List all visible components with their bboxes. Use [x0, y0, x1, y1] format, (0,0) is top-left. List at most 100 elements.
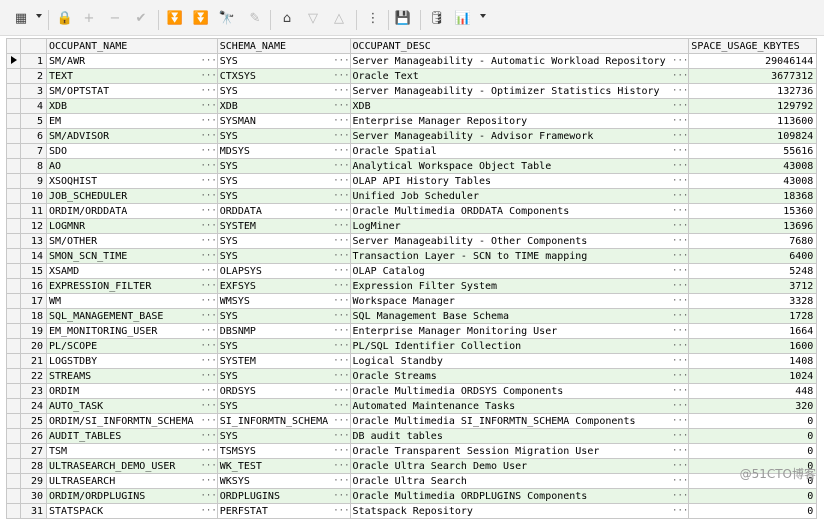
cell-occupant-name[interactable]: EXPRESSION_FILTER	[46, 278, 201, 294]
chevron-down-icon[interactable]	[480, 14, 486, 18]
cell-editor-button[interactable]: ···	[200, 113, 218, 129]
cell-editor-button[interactable]: ···	[333, 503, 351, 519]
cell-space-usage-kbytes[interactable]: 3712	[688, 278, 818, 294]
table-row[interactable]: 5 EM ··· SYSMAN ··· Enterprise Manager Reposi…	[6, 113, 818, 129]
cell-editor-button[interactable]: ···	[333, 98, 351, 114]
cell-editor-button[interactable]: ···	[200, 503, 218, 519]
cell-occupant-desc[interactable]: XDB	[349, 98, 673, 114]
table-row[interactable]: 26 AUDIT_TABLES ··· SYS ··· DB audit tables ··…	[6, 428, 818, 444]
table-row[interactable]: 1 SM/AWR ··· SYS ··· Server Manageability - A…	[6, 53, 818, 69]
cell-editor-button[interactable]: ···	[200, 293, 218, 309]
table-row[interactable]: 12 LOGMNR ··· SYSTEM ··· LogMiner ··· 13696	[6, 218, 818, 234]
cell-editor-button[interactable]: ···	[200, 248, 218, 264]
cell-occupant-desc[interactable]: Server Manageability - Automatic Workloa…	[349, 53, 673, 69]
database-export-icon[interactable]: 🛢	[428, 10, 446, 28]
cell-occupant-desc[interactable]: Server Manageability - Other Components	[349, 233, 673, 249]
cell-editor-button[interactable]: ···	[200, 338, 218, 354]
cell-editor-button[interactable]: ···	[672, 488, 690, 504]
cell-space-usage-kbytes[interactable]: 1408	[688, 353, 818, 369]
cell-space-usage-kbytes[interactable]: 1600	[688, 338, 818, 354]
cell-occupant-desc[interactable]: Automated Maintenance Tasks	[349, 398, 673, 414]
row-indicator[interactable]	[6, 248, 21, 264]
row-indicator[interactable]	[6, 113, 21, 129]
cell-editor-button[interactable]: ···	[200, 203, 218, 219]
cell-schema-name[interactable]: EXFSYS	[216, 278, 334, 294]
row-indicator[interactable]	[6, 473, 21, 489]
cell-editor-button[interactable]: ···	[200, 158, 218, 174]
cell-occupant-name[interactable]: SDO	[46, 143, 201, 159]
cell-space-usage-kbytes[interactable]: 113600	[688, 113, 818, 129]
cell-occupant-name[interactable]: ORDIM/ORDPLUGINS	[46, 488, 201, 504]
cell-space-usage-kbytes[interactable]: 0	[688, 413, 818, 429]
cell-schema-name[interactable]: CTXSYS	[216, 68, 334, 84]
cell-schema-name[interactable]: SYS	[216, 83, 334, 99]
cell-occupant-name[interactable]: XDB	[46, 98, 201, 114]
cell-schema-name[interactable]: ORDDATA	[216, 203, 334, 219]
table-row[interactable]: 19 EM_MONITORING_USER ··· DBSNMP ··· Enterpri…	[6, 323, 818, 339]
cell-schema-name[interactable]: SYS	[216, 248, 334, 264]
cell-space-usage-kbytes[interactable]: 29046144	[688, 53, 818, 69]
cell-editor-button[interactable]: ···	[333, 128, 351, 144]
cell-editor-button[interactable]: ···	[672, 338, 690, 354]
cell-editor-button[interactable]: ···	[672, 263, 690, 279]
row-indicator[interactable]	[6, 98, 21, 114]
cell-editor-button[interactable]: ···	[672, 443, 690, 459]
cell-occupant-desc[interactable]: Workspace Manager	[349, 293, 673, 309]
cell-editor-button[interactable]: ···	[672, 158, 690, 174]
column-header-space-usage-kbytes[interactable]: SPACE_USAGE_KBYTES	[688, 38, 818, 54]
cell-editor-button[interactable]: ···	[333, 368, 351, 384]
insert-record-icon[interactable]: +	[80, 10, 98, 28]
row-indicator[interactable]	[6, 233, 21, 249]
cell-space-usage-kbytes[interactable]: 55616	[688, 143, 818, 159]
cell-schema-name[interactable]: SYSMAN	[216, 113, 334, 129]
next-record-icon[interactable]: ▽	[304, 10, 322, 28]
cell-occupant-desc[interactable]: PL/SQL Identifier Collection	[349, 338, 673, 354]
cell-editor-button[interactable]: ···	[333, 443, 351, 459]
row-indicator[interactable]	[6, 173, 21, 189]
table-row[interactable]: 8 AO ··· SYS ··· Analytical Workspace Object …	[6, 158, 818, 174]
cell-editor-button[interactable]: ···	[333, 353, 351, 369]
cell-editor-button[interactable]: ···	[333, 458, 351, 474]
cell-occupant-name[interactable]: ULTRASEARCH_DEMO_USER	[46, 458, 201, 474]
cell-editor-button[interactable]: ···	[200, 188, 218, 204]
cell-editor-button[interactable]: ···	[333, 338, 351, 354]
cell-editor-button[interactable]: ···	[333, 413, 351, 429]
cell-editor-button[interactable]: ···	[200, 383, 218, 399]
cell-editor-button[interactable]: ···	[333, 188, 351, 204]
clear-record-icon[interactable]: ✎	[246, 10, 264, 28]
cell-editor-button[interactable]: ···	[200, 323, 218, 339]
table-row[interactable]: 6 SM/ADVISOR ··· SYS ··· Server Manageability…	[6, 128, 818, 144]
cell-editor-button[interactable]: ···	[200, 83, 218, 99]
cell-editor-button[interactable]: ···	[200, 68, 218, 84]
row-indicator[interactable]	[6, 278, 21, 294]
cell-editor-button[interactable]: ···	[200, 233, 218, 249]
cell-editor-button[interactable]: ···	[200, 218, 218, 234]
cell-occupant-name[interactable]: EM	[46, 113, 201, 129]
previous-record-icon[interactable]: △	[330, 10, 348, 28]
cell-space-usage-kbytes[interactable]: 3328	[688, 293, 818, 309]
cell-editor-button[interactable]: ···	[333, 428, 351, 444]
cell-occupant-desc[interactable]: Oracle Multimedia ORDPLUGINS Components	[349, 488, 673, 504]
cell-editor-button[interactable]: ···	[672, 233, 690, 249]
cell-editor-button[interactable]: ···	[672, 368, 690, 384]
row-indicator[interactable]	[6, 203, 21, 219]
row-indicator[interactable]	[6, 458, 21, 474]
cell-editor-button[interactable]: ···	[672, 398, 690, 414]
cell-editor-button[interactable]: ···	[333, 293, 351, 309]
cell-editor-button[interactable]: ···	[672, 128, 690, 144]
cell-occupant-desc[interactable]: Expression Filter System	[349, 278, 673, 294]
cell-editor-button[interactable]: ···	[672, 278, 690, 294]
row-indicator[interactable]	[6, 413, 21, 429]
table-row[interactable]: 4 XDB ··· XDB ··· XDB ··· 129792	[6, 98, 818, 114]
cell-space-usage-kbytes[interactable]: 129792	[688, 98, 818, 114]
cell-editor-button[interactable]: ···	[672, 173, 690, 189]
cell-editor-button[interactable]: ···	[200, 143, 218, 159]
cell-editor-button[interactable]: ···	[200, 53, 218, 69]
table-row[interactable]: 30 ORDIM/ORDPLUGINS ··· ORDPLUGINS ··· Oracle…	[6, 488, 818, 504]
cell-occupant-desc[interactable]: Server Manageability - Optimizer Statist…	[349, 83, 673, 99]
cell-editor-button[interactable]: ···	[333, 263, 351, 279]
cell-editor-button[interactable]: ···	[333, 158, 351, 174]
grid-view-icon[interactable]: ▦	[12, 10, 30, 28]
cell-editor-button[interactable]: ···	[333, 323, 351, 339]
table-row[interactable]: 25 ORDIM/SI_INFORMTN_SCHEMA ··· SI_INFORMTN…	[6, 413, 818, 429]
